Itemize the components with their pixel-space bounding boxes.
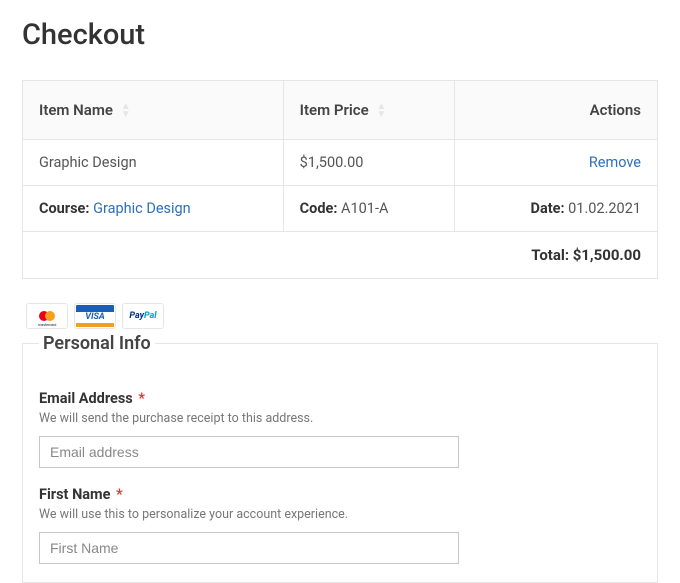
paypal-icon[interactable]: PayPal: [122, 303, 164, 329]
first-name-label-text: First Name: [39, 486, 110, 503]
first-name-help: We will use this to personalize your acc…: [39, 507, 641, 522]
required-mark: *: [138, 390, 145, 407]
col-item-name-label: Item Name: [39, 101, 113, 119]
page-title: Checkout: [22, 18, 658, 52]
col-actions: Actions: [455, 81, 658, 140]
sort-icon[interactable]: ▲▼: [121, 103, 131, 119]
email-help: We will send the purchase receipt to thi…: [39, 411, 641, 426]
email-input[interactable]: [39, 436, 459, 468]
cell-date: Date: 01.02.2021: [455, 186, 658, 232]
cart-table: Item Name ▲▼ Item Price ▲▼ Actions Graph…: [22, 80, 658, 279]
code-value: A101-A: [341, 200, 388, 217]
field-first-name: First Name * We will use this to persona…: [39, 486, 641, 564]
visa-icon[interactable]: VISA: [74, 303, 116, 329]
col-item-price[interactable]: Item Price ▲▼: [283, 81, 455, 140]
total-row: Total: $1,500.00: [23, 232, 658, 279]
cell-course: Course: Graphic Design: [23, 186, 284, 232]
personal-info-fieldset: Personal Info Email Address * We will se…: [22, 333, 658, 583]
table-row: Graphic Design $1,500.00 Remove: [23, 140, 658, 186]
field-email: Email Address * We will send the purchas…: [39, 390, 641, 468]
total-label: Total:: [531, 246, 569, 264]
detail-row: Course: Graphic Design Code: A101-A Date…: [23, 186, 658, 232]
code-label: Code:: [300, 200, 338, 217]
mastercard-icon[interactable]: mastercard: [26, 303, 68, 329]
remove-link[interactable]: Remove: [589, 154, 641, 171]
col-actions-label: Actions: [590, 101, 641, 119]
course-label: Course:: [39, 200, 89, 217]
required-mark: *: [116, 486, 123, 503]
email-label: Email Address *: [39, 390, 641, 407]
cell-code: Code: A101-A: [283, 186, 455, 232]
first-name-label: First Name *: [39, 486, 641, 503]
col-item-name[interactable]: Item Name ▲▼: [23, 81, 284, 140]
personal-info-legend: Personal Info: [39, 333, 155, 354]
date-label: Date:: [531, 200, 565, 217]
date-value: 01.02.2021: [568, 200, 641, 217]
course-link[interactable]: Graphic Design: [93, 200, 191, 217]
payment-icons: mastercard VISA PayPal: [26, 303, 658, 329]
col-item-price-label: Item Price: [300, 101, 369, 119]
first-name-input[interactable]: [39, 532, 459, 564]
cell-item-name: Graphic Design: [23, 140, 284, 186]
cell-item-price: $1,500.00: [283, 140, 455, 186]
total-amount: $1,500.00: [573, 246, 641, 264]
sort-icon[interactable]: ▲▼: [376, 103, 386, 119]
email-label-text: Email Address: [39, 390, 133, 407]
cell-actions: Remove: [455, 140, 658, 186]
